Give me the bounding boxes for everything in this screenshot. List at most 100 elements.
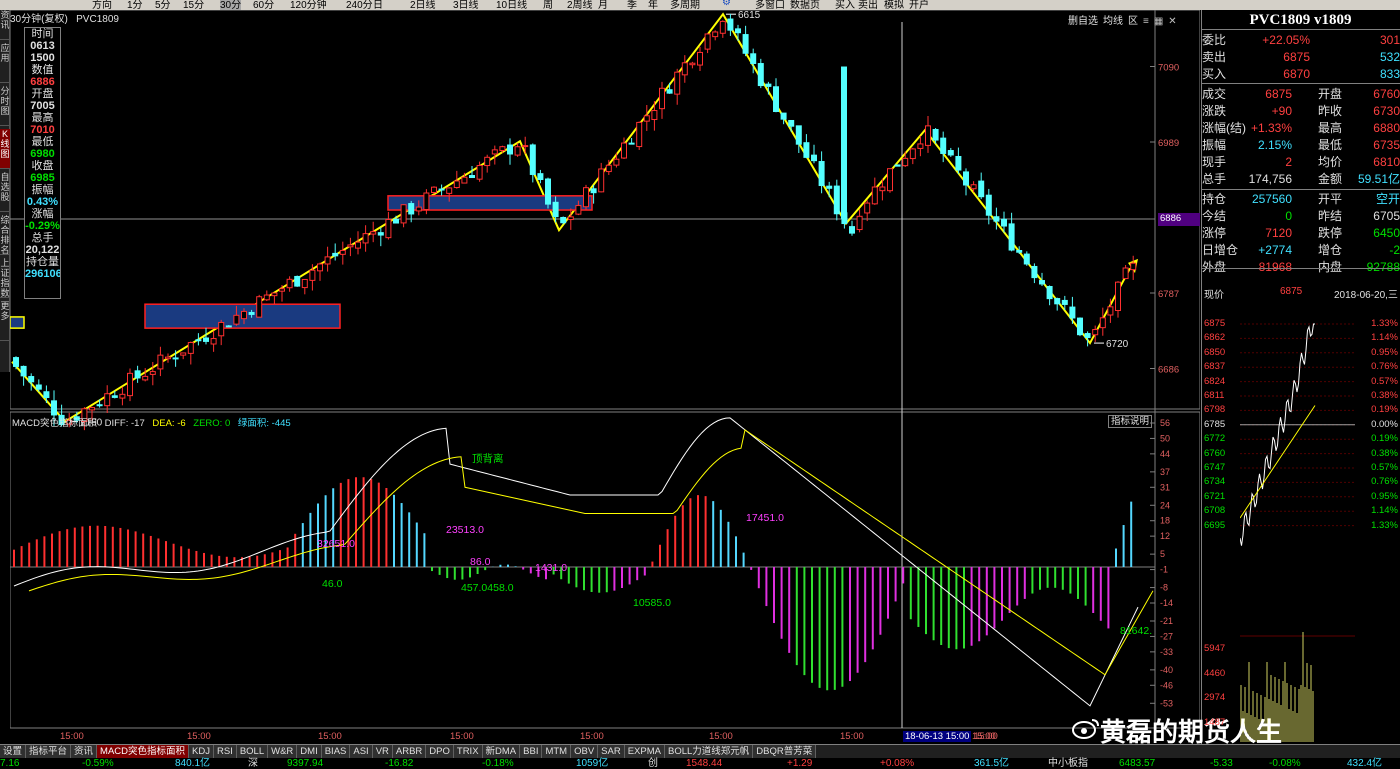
- macd-axis-label-5: 24: [1160, 500, 1170, 510]
- left-tabs: 资讯 应用分时图 K线图自选股综合排名上证指数更多: [0, 10, 10, 372]
- indicator-tab-13[interactable]: DPO: [426, 745, 454, 758]
- indicator-tab-22[interactable]: DBQR普芳菜: [753, 745, 817, 758]
- left-tab-7[interactable]: 更多: [0, 301, 10, 341]
- period-tab-6[interactable]: 120分钟: [290, 0, 327, 10]
- indicator-tab-3[interactable]: MACD突色指标面积: [97, 745, 190, 758]
- indicator-tab-11[interactable]: VR: [372, 745, 393, 758]
- period-tab-3[interactable]: 15分: [183, 0, 204, 10]
- period-tab-0[interactable]: 方向: [92, 0, 112, 10]
- indicator-tab-5[interactable]: RSI: [213, 745, 237, 758]
- period-tab-1[interactable]: 1分: [127, 0, 143, 10]
- left-tab-6[interactable]: 上证指数: [0, 258, 10, 298]
- candle-body: [1046, 286, 1053, 300]
- indicator-tab-14[interactable]: TRIX: [453, 745, 483, 758]
- candle-body: [621, 142, 627, 159]
- info-value-8: -0.29%: [25, 220, 60, 232]
- macd-axis-label-9: -1: [1160, 565, 1168, 575]
- x-axis-label-3: 15:00: [450, 731, 474, 742]
- period-tab-2[interactable]: 5分: [155, 0, 171, 10]
- period-tab-13[interactable]: 2周线: [567, 0, 593, 10]
- macd-title[interactable]: MACD突色指标面积: [12, 418, 97, 429]
- indicator-tab-6[interactable]: BOLL: [236, 745, 269, 758]
- main-chart[interactable]: 7190709069896886678766867160661567205650…: [10, 10, 1200, 744]
- indicator-tab-10[interactable]: ASI: [350, 745, 373, 758]
- left-tab-4[interactable]: 自选股: [0, 172, 10, 212]
- tool-2[interactable]: 区: [1128, 12, 1138, 27]
- period-tab-17[interactable]: 多周期: [670, 0, 700, 10]
- info-value-9: 20,122: [25, 244, 60, 256]
- mini-left-axis-7: 6785: [1204, 418, 1226, 430]
- candle-body: [104, 393, 111, 407]
- mini-right-axis-9: 0.38%: [1371, 447, 1398, 459]
- left-tab-5[interactable]: 综合排名: [0, 215, 10, 255]
- indicator-tab-4[interactable]: KDJ: [189, 745, 214, 758]
- period-tab-12[interactable]: 周: [543, 0, 553, 10]
- grid-icon[interactable]: ▦: [1154, 16, 1163, 27]
- indicator-tab-18[interactable]: OBV: [571, 745, 599, 758]
- indicator-help-button[interactable]: 指标说明: [1108, 415, 1153, 428]
- candle-body: [780, 112, 787, 120]
- indicator-tab-19[interactable]: SAR: [598, 745, 625, 758]
- indicator-tab-17[interactable]: MTM: [542, 745, 572, 758]
- quote-value2-5: 6880: [1373, 121, 1400, 135]
- tool-1[interactable]: 均线: [1103, 12, 1123, 27]
- quote-row-2: 买入 6870 833: [1202, 66, 1400, 83]
- indicator-tab-21[interactable]: BOLL力道线郑元帆: [664, 745, 754, 758]
- candle-body: [431, 186, 437, 193]
- close-icon[interactable]: ✕: [1168, 16, 1176, 27]
- period-tab-15[interactable]: 季: [627, 0, 637, 10]
- candle-body: [909, 148, 916, 160]
- indicator-tab-2[interactable]: 资讯: [71, 745, 98, 758]
- list-icon[interactable]: ≡: [1143, 16, 1149, 27]
- macd-axis-label-7: 12: [1160, 531, 1170, 541]
- quote-label-2: 买入: [1202, 67, 1227, 81]
- chart-header: 30分钟(复权) PVC1809: [10, 10, 119, 25]
- candle-body-drop: [841, 66, 847, 219]
- period-tab-23[interactable]: 开户: [909, 0, 929, 10]
- tool-0[interactable]: 删自选: [1068, 12, 1098, 27]
- macd-axis-label-10: -8: [1160, 583, 1168, 593]
- mini-right-axis-8: 0.19%: [1371, 433, 1398, 445]
- info-value-2: 6886: [30, 76, 55, 88]
- crosshair-date: 18-06-13 15:00: [903, 731, 972, 742]
- left-tab-0[interactable]: 资讯: [0, 10, 10, 40]
- period-tab-19[interactable]: 数据页: [790, 0, 820, 10]
- indicator-tab-12[interactable]: ARBR: [392, 745, 427, 758]
- candle-body: [43, 391, 50, 398]
- candle-body: [461, 176, 468, 184]
- period-tab-21[interactable]: 卖出: [858, 0, 878, 10]
- indicator-tab-0[interactable]: 设置: [0, 745, 27, 758]
- period-tab-8[interactable]: 日: [373, 0, 383, 10]
- period-tab-10[interactable]: 3日线: [453, 0, 479, 10]
- candle-body: [393, 218, 399, 224]
- period-tab-20[interactable]: 买入: [835, 0, 855, 10]
- left-tab-2[interactable]: 分时图: [0, 86, 10, 126]
- period-tab-7[interactable]: 240分: [346, 0, 373, 10]
- indicator-tab-7[interactable]: W&R: [268, 745, 298, 758]
- intraday-mini-chart[interactable]: [1240, 318, 1355, 742]
- indicator-tab-15[interactable]: 新DMA: [482, 745, 521, 758]
- mini-left-axis-13: 6708: [1204, 505, 1226, 517]
- indicator-tab-16[interactable]: BBI: [520, 745, 543, 758]
- settings-gear-icon[interactable]: ⚙: [722, 0, 731, 8]
- period-tab-18[interactable]: 多窗口: [755, 0, 785, 10]
- indicator-tab-8[interactable]: DMI: [297, 745, 322, 758]
- indicator-tab-9[interactable]: BIAS: [321, 745, 351, 758]
- left-tab-3[interactable]: K线图: [0, 129, 10, 169]
- quote-value-5: +1.33%: [1250, 121, 1292, 135]
- indicator-tab-1[interactable]: 指标平台: [26, 745, 72, 758]
- period-tab-11[interactable]: 10日线: [496, 0, 527, 10]
- candle-body: [864, 202, 871, 214]
- period-tab-16[interactable]: 年: [648, 0, 658, 10]
- candle-body: [788, 119, 795, 127]
- period-tab-9[interactable]: 2日线: [410, 0, 436, 10]
- period-tab-22[interactable]: 模拟: [884, 0, 904, 10]
- candle-body: [1001, 218, 1007, 227]
- period-tab-4[interactable]: 30分: [220, 0, 242, 10]
- indicator-tab-20[interactable]: EXPMA: [624, 745, 665, 758]
- quote-row-4: 涨跌 +90 昨收 6730: [1202, 103, 1400, 120]
- left-tab-1[interactable]: 应用: [0, 43, 10, 83]
- period-tab-14[interactable]: 月: [598, 0, 608, 10]
- period-tab-5[interactable]: 60分: [253, 0, 274, 10]
- period-toolbar: 方向 1分 5分 15分 30分 60分 120分钟 240分日 2日线 3日线 10日线 周 2周线月…: [0, 0, 1400, 10]
